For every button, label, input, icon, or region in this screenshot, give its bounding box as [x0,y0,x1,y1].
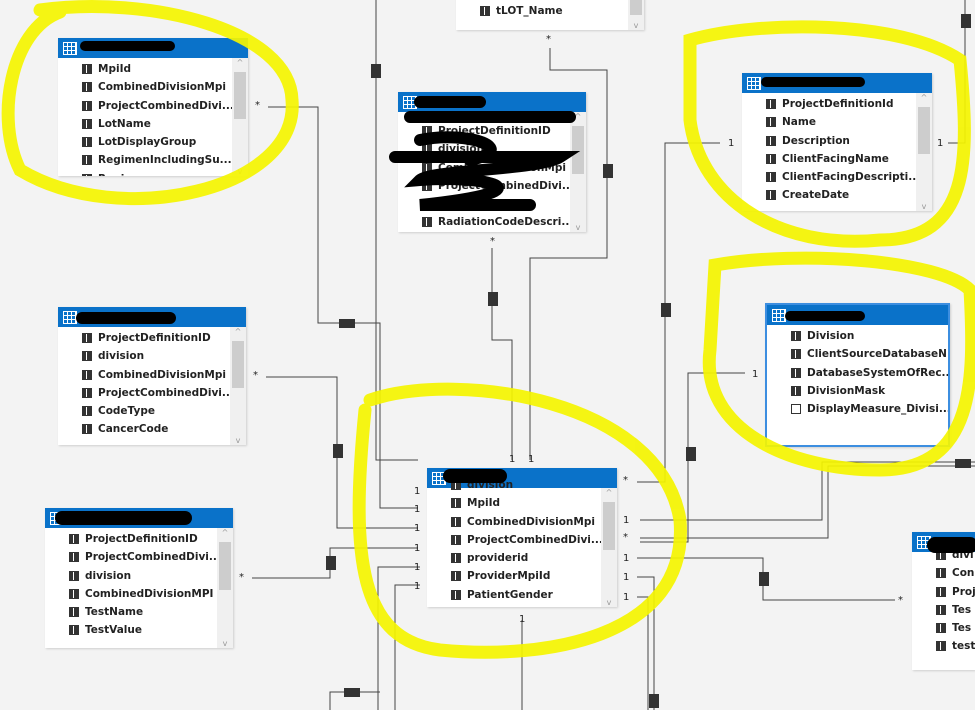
cardinality-label: 1 [414,523,420,534]
cardinality-label: 1 [623,553,629,564]
cardinality-label: * [623,475,628,486]
cardinality-label: * [623,532,628,543]
cardinality-label: 1 [414,562,420,573]
cardinality-label: * [239,572,244,583]
cardinality-label: 1 [623,515,629,526]
cardinality-label: 1 [623,592,629,603]
cardinality-label: * [253,370,258,381]
cardinality-label: 1 [752,369,758,380]
cardinality-label: 1 [528,454,534,465]
cardinality-label: * [546,34,551,45]
cardinality-label: 1 [519,614,525,625]
cardinality-label: 1 [414,504,420,515]
card-labels: * * * 1 1 * 1 * 1 1 1 1 1 1 1 1 * 1 * 1 1 1 1 * [239,34,943,625]
cardinality-label: 1 [728,138,734,149]
cardinality-label: 1 [509,454,515,465]
cardinality-label: * [490,236,495,247]
cardinality-label: * [898,595,903,606]
cardinality-label: 1 [623,572,629,583]
cardinality-label: * [255,100,260,111]
cardinality-label: 1 [414,581,420,592]
cardinality-label: 1 [937,138,943,149]
cardinality-label: 1 [414,543,420,554]
cardinality-label: 1 [414,486,420,497]
